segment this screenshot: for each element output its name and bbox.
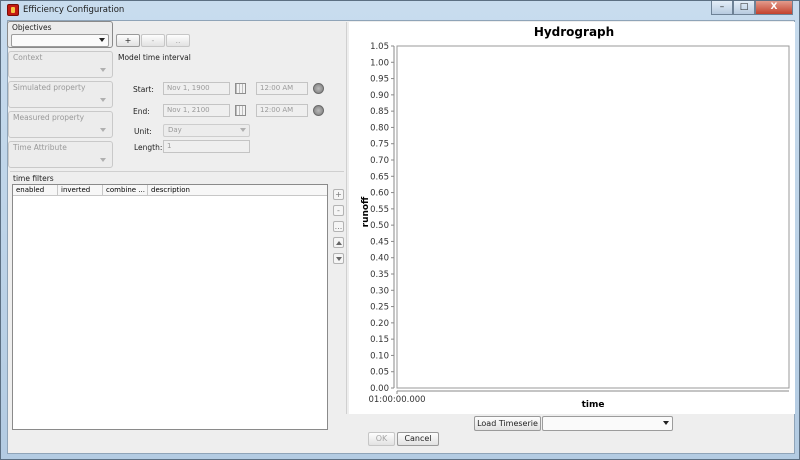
y-ticks: 0.00 0.05 0.10 0.15 0.20 0.25 0.30 0.35 0.40 0.45… <box>370 42 394 394</box>
chevron-down-icon <box>100 68 106 72</box>
model-time-interval-label: Model time interval <box>118 53 191 62</box>
y-tick-label: 0.95 <box>370 75 389 85</box>
table-header-combine[interactable]: combine ... <box>103 185 148 196</box>
dialog-client-area: Objectives + - .. Context Simulated prop… <box>7 20 795 454</box>
close-button[interactable]: X <box>755 1 793 15</box>
maximize-button[interactable]: □ <box>733 1 755 15</box>
measured-property-select[interactable] <box>12 124 110 137</box>
dialog-window: Efficiency Configuration – □ X Objective… <box>0 0 800 460</box>
y-tick-label: 0.40 <box>370 254 389 264</box>
y-tick-label: 0.25 <box>370 303 389 313</box>
context-group: Context <box>8 51 113 78</box>
filter-more-button[interactable]: ... <box>333 221 344 232</box>
filter-add-button[interactable]: + <box>333 189 344 200</box>
chart-title: Hydrograph <box>534 25 614 39</box>
clock-icon[interactable] <box>313 105 324 116</box>
load-timeserie-button[interactable]: Load Timeserie <box>474 416 541 431</box>
unit-value: Day <box>168 126 182 134</box>
y-tick-label: 0.55 <box>370 205 389 215</box>
start-label: Start: <box>133 85 154 94</box>
y-tick-label: 0.90 <box>370 91 389 101</box>
cancel-button[interactable]: Cancel <box>397 432 439 446</box>
y-tick-label: 0.45 <box>370 237 389 247</box>
y-tick-label: 0.60 <box>370 189 389 199</box>
y-tick-label: 0.10 <box>370 351 389 361</box>
table-header-inverted[interactable]: inverted <box>58 185 103 196</box>
y-tick-label: 0.80 <box>370 123 389 133</box>
chevron-down-icon <box>663 421 669 425</box>
title-bar[interactable]: Efficiency Configuration – □ X <box>1 1 799 20</box>
objectives-select[interactable] <box>11 34 109 47</box>
arrow-down-icon <box>336 257 342 261</box>
objective-more-button[interactable]: .. <box>166 34 190 47</box>
y-tick-label: 0.05 <box>370 368 389 378</box>
y-tick-label: 1.00 <box>370 58 389 68</box>
time-attribute-select[interactable] <box>12 154 110 167</box>
hydrograph-chart: Hydrograph 0.000.050.100.150.200.250.300… <box>361 25 790 410</box>
chevron-down-icon <box>99 38 105 42</box>
splitter[interactable] <box>346 22 347 414</box>
context-label: Context <box>13 53 43 62</box>
y-tick-label: 0.75 <box>370 140 389 150</box>
move-down-button[interactable] <box>333 253 344 264</box>
chevron-down-icon <box>100 158 106 162</box>
time-filters-label: time filters <box>13 174 54 183</box>
simulated-property-label: Simulated property <box>13 83 86 92</box>
calendar-icon[interactable] <box>235 105 246 116</box>
table-header-description[interactable]: description <box>148 185 327 196</box>
window-controls: – □ X <box>711 1 793 15</box>
objective-add-button[interactable]: + <box>116 34 140 47</box>
move-up-button[interactable] <box>333 237 344 248</box>
end-date-field[interactable]: Nov 1, 2100 <box>163 104 230 117</box>
objective-remove-button[interactable]: - <box>141 34 165 47</box>
chevron-down-icon <box>100 128 106 132</box>
unit-label: Unit: <box>134 127 152 136</box>
chevron-down-icon <box>100 98 106 102</box>
measured-property-group: Measured property <box>8 111 113 138</box>
y-tick-label: 0.50 <box>370 221 389 231</box>
calendar-icon[interactable] <box>235 83 246 94</box>
chevron-down-icon <box>240 128 246 132</box>
y-tick-label: 1.05 <box>370 42 389 52</box>
y-tick-label: 0.30 <box>370 286 389 296</box>
time-attribute-group: Time Attribute <box>8 141 113 168</box>
objectives-group: Objectives <box>7 21 113 48</box>
context-select[interactable] <box>12 64 110 77</box>
y-tick-label: 0.15 <box>370 335 389 345</box>
measured-property-label: Measured property <box>13 113 85 122</box>
clock-icon[interactable] <box>313 83 324 94</box>
y-tick-label: 0.20 <box>370 319 389 329</box>
start-time-field[interactable]: 12:00 AM <box>256 82 308 95</box>
table-header-enabled[interactable]: enabled <box>13 185 58 196</box>
x-axis-label: time <box>582 400 605 410</box>
simulated-property-group: Simulated property <box>8 81 113 108</box>
length-field[interactable]: 1 <box>163 140 250 153</box>
unit-select[interactable]: Day <box>163 124 250 137</box>
hydrograph-panel: Hydrograph 0.00 0.05 0.10 0.15 0.20 0.25 0.30 0… <box>349 22 795 414</box>
window-title: Efficiency Configuration <box>23 5 125 15</box>
y-tick-label: 0.00 <box>370 384 389 394</box>
app-icon <box>7 4 19 16</box>
y-tick-label: 0.65 <box>370 172 389 182</box>
end-label: End: <box>133 107 150 116</box>
arrow-up-icon <box>336 241 342 245</box>
y-tick-label: 0.85 <box>370 107 389 117</box>
plot-area <box>396 45 790 389</box>
length-label: Length: <box>134 143 163 152</box>
end-time-field[interactable]: 12:00 AM <box>256 104 308 117</box>
simulated-property-select[interactable] <box>12 94 110 107</box>
objectives-label: Objectives <box>12 23 52 32</box>
ok-button[interactable]: OK <box>368 432 395 446</box>
separator <box>10 171 344 172</box>
filter-remove-button[interactable]: - <box>333 205 344 216</box>
start-date-field[interactable]: Nov 1, 1900 <box>163 82 230 95</box>
y-axis-label: runoff <box>361 196 371 227</box>
y-tick-label: 0.35 <box>370 270 389 280</box>
timeserie-select[interactable] <box>542 416 673 431</box>
minimize-button[interactable]: – <box>711 1 733 15</box>
time-filters-table[interactable]: enabled inverted combine ... description <box>12 184 328 430</box>
time-attribute-label: Time Attribute <box>13 143 67 152</box>
y-tick-label: 0.70 <box>370 156 389 166</box>
x-tick-label: 01:00:00.000 <box>368 395 425 405</box>
